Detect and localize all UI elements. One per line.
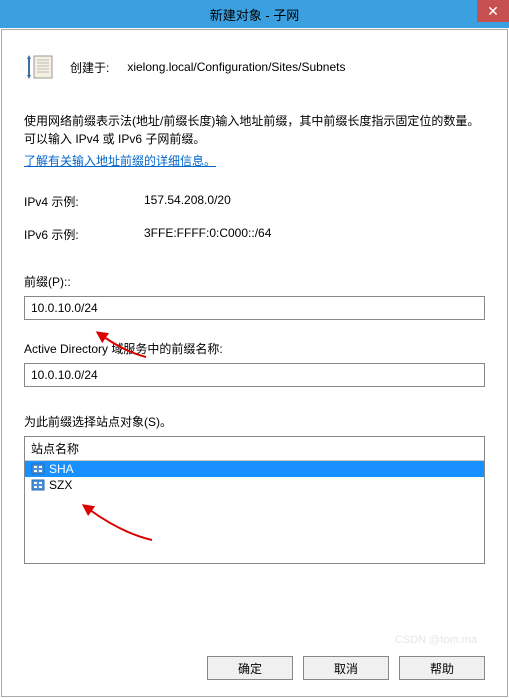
created-in-path: xielong.local/Configuration/Sites/Subnet… [127, 60, 345, 74]
ipv4-example-row: IPv4 示例: 157.54.208.0/20 [24, 193, 485, 210]
learn-more-link[interactable]: 了解有关输入地址前缀的详细信息。 [24, 154, 216, 168]
ipv4-example-value: 157.54.208.0/20 [144, 193, 231, 210]
site-item-szx[interactable]: SZX [25, 477, 484, 493]
ad-prefix-name-input[interactable] [24, 363, 485, 387]
ipv6-example-label: IPv6 示例: [24, 226, 144, 243]
ipv6-example-value: 3FFE:FFFF:0:C000::/64 [144, 226, 271, 243]
created-in-label: 创建于: [70, 59, 109, 76]
window-title: 新建对象 - 子网 [210, 5, 300, 24]
prefix-input[interactable] [24, 296, 485, 320]
site-icon [31, 478, 45, 492]
description-text: 使用网络前缀表示法(地址/前缀长度)输入地址前缀，其中前缀长度指示固定位的数量。… [24, 112, 485, 148]
subnet-icon [24, 52, 58, 82]
ad-prefix-name-label: Active Directory 域服务中的前缀名称: [24, 340, 485, 357]
button-row: 确定 取消 帮助 [207, 656, 485, 680]
site-item-label: SZX [49, 478, 72, 492]
title-bar: 新建对象 - 子网 ✕ [0, 0, 509, 28]
close-icon: ✕ [487, 3, 499, 20]
site-select-label: 为此前缀选择站点对象(S)。 [24, 413, 485, 430]
site-item-sha[interactable]: SHA [25, 461, 484, 477]
watermark: CSDN @tom.ma [395, 634, 477, 646]
ipv4-example-label: IPv4 示例: [24, 193, 144, 210]
close-button[interactable]: ✕ [477, 0, 509, 22]
ok-button[interactable]: 确定 [207, 656, 293, 680]
ipv6-example-row: IPv6 示例: 3FFE:FFFF:0:C000::/64 [24, 226, 485, 243]
site-item-label: SHA [49, 462, 74, 476]
cancel-button[interactable]: 取消 [303, 656, 389, 680]
site-icon [31, 462, 45, 476]
dialog-content: 创建于: xielong.local/Configuration/Sites/S… [1, 29, 508, 697]
site-column-header: 站点名称 [25, 437, 484, 461]
help-button[interactable]: 帮助 [399, 656, 485, 680]
header-row: 创建于: xielong.local/Configuration/Sites/S… [24, 52, 485, 82]
site-listbox[interactable]: 站点名称 SHA SZX [24, 436, 485, 564]
prefix-label: 前缀(P):: [24, 273, 485, 290]
